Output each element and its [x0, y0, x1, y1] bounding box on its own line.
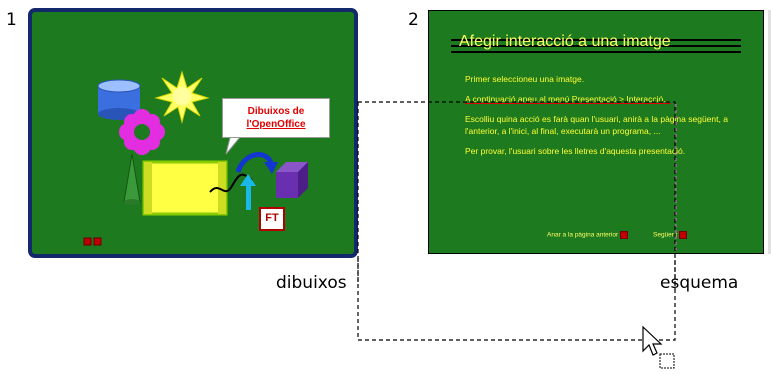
drag-rectangle: [357, 101, 676, 341]
drag-overlay: [357, 101, 677, 369]
mouse-pointer-icon: [642, 325, 663, 356]
drag-copy-icon: [659, 353, 675, 369]
